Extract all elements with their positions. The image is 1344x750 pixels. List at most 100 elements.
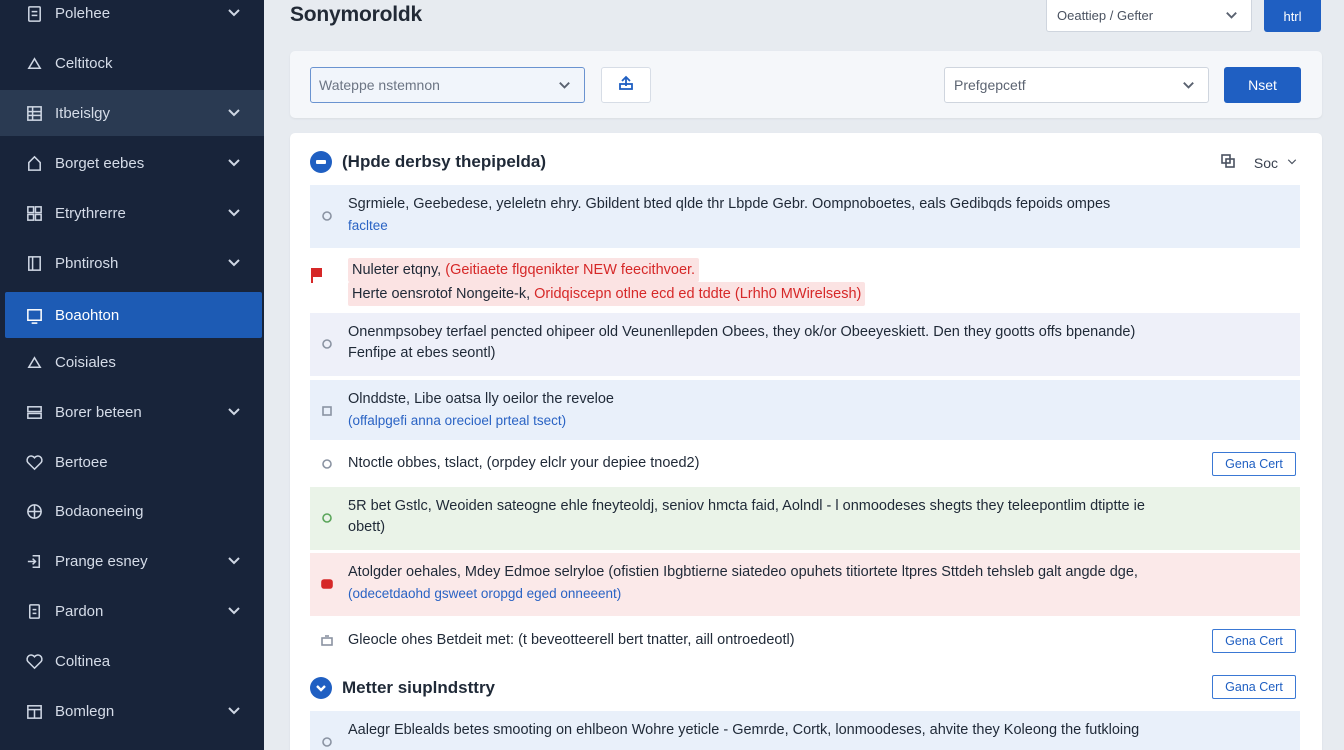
chevron-down-icon: [226, 603, 242, 619]
chevron-down-icon[interactable]: [1286, 155, 1298, 171]
notice-text: Nuleter etqny, (Geitiaete flgqenikter NE…: [348, 258, 1280, 306]
gear-icon: [320, 735, 334, 749]
sidebar-item-1[interactable]: Celtitock: [0, 40, 264, 86]
sidebar-item-9[interactable]: Bertoee: [0, 439, 264, 485]
sidebar-item-11[interactable]: Prange esney: [0, 538, 264, 584]
list-item[interactable]: Ntoctle obbes, tslact, (orpdey elclr you…: [310, 443, 1300, 485]
server-icon: [24, 402, 44, 422]
sidebar-item-7[interactable]: Coisiales: [0, 339, 264, 385]
sidebar-item-12[interactable]: Pardon: [0, 588, 264, 634]
sidebar-item-10[interactable]: Bodaoneeing: [0, 488, 264, 534]
chevron-down-icon: [310, 677, 332, 699]
error-icon: [320, 577, 334, 591]
list-item-text: Atolgder oehales, Mdey Edmoe selryloe (o…: [348, 564, 1138, 601]
circle-icon: [320, 457, 334, 471]
error-notice: Nuleter etqny, (Geitiaete flgqenikter NE…: [310, 252, 1300, 308]
preference-select-value: Prefgepcetf: [954, 77, 1026, 93]
chevron-down-icon: [226, 105, 242, 121]
list-item[interactable]: Olnddste, Libe oatsa lly oeilor the reve…: [310, 380, 1300, 440]
chevron-down-icon: [1224, 8, 1239, 26]
sidebar-item-label: Celtitock: [55, 54, 113, 72]
calendar-icon: [24, 701, 44, 721]
sidebar-item-label: Coltinea: [55, 652, 111, 670]
chevron-down-icon: [226, 553, 242, 569]
list-item[interactable]: 5R bet Gstlc, Weoiden sateogne ehle fney…: [310, 487, 1300, 550]
header-primary-button[interactable]: htrl: [1264, 0, 1321, 32]
gear-icon: [320, 209, 334, 223]
list-item-text: Gleocle ohes Betdeit met: (t beveotteere…: [348, 632, 795, 648]
chevron-down-icon: [226, 404, 242, 420]
section-title: Metter siuplndsttry: [342, 678, 496, 697]
preference-select[interactable]: Prefgepcetf: [944, 67, 1209, 103]
chevron-down-icon: [226, 155, 242, 171]
chevron-down-icon: [1181, 78, 1196, 96]
page-title: Sonymoroldk: [290, 3, 422, 26]
list-item-text: Ntoctle obbes, tslact, (orpdey elclr you…: [348, 455, 700, 471]
sidebar-item-label: Bertoee: [55, 453, 108, 471]
chevron-down-icon: [226, 5, 242, 21]
list-item-text: 5R bet Gstlc, Weoiden sateogne ehle fney…: [348, 498, 1145, 535]
heart-icon: [24, 452, 44, 472]
filter-select[interactable]: Oeattiep / Gefter: [1046, 0, 1252, 32]
chevron-down-icon: [226, 255, 242, 271]
heart-icon: [24, 651, 44, 671]
list-item-text: Sgrmiele, Geebedese, yeleletn ehry. Gbil…: [348, 196, 1111, 233]
login-icon: [24, 551, 44, 571]
monitor-icon: [24, 305, 44, 325]
chevron-down-icon: [226, 703, 242, 719]
file-icon: [320, 404, 334, 418]
source-select[interactable]: Wateppe nstemnon: [310, 67, 585, 103]
section-tools: Soc: [1220, 153, 1298, 172]
sidebar-item-3[interactable]: Borget eebes: [0, 140, 264, 186]
source-select-value: Wateppe nstemnon: [319, 77, 440, 93]
sidebar-item-0[interactable]: Polehee: [0, 0, 264, 36]
cloud-icon: [24, 53, 44, 73]
list-item[interactable]: Gleocle ohes Betdeit met: (t beveotteere…: [310, 620, 1300, 662]
globe-icon: [24, 501, 44, 521]
sidebar-item-4[interactable]: Etrythrerre: [0, 190, 264, 236]
list-icon: [24, 103, 44, 123]
upload-button[interactable]: [601, 67, 651, 103]
list-item[interactable]: Aalegr Eblealds betes smooting on ehlbeo…: [310, 711, 1300, 750]
document-icon: [24, 601, 44, 621]
filter-select-value: Oeattiep / Gefter: [1057, 8, 1154, 23]
sort-label[interactable]: Soc: [1254, 155, 1278, 171]
sidebar-item-14[interactable]: Bomlegn: [0, 688, 264, 734]
chevron-down-icon: [557, 78, 572, 96]
chevron-down-icon: [226, 205, 242, 221]
grid-icon: [24, 203, 44, 223]
sidebar-item-2[interactable]: Itbeislgy: [0, 90, 264, 136]
list-item[interactable]: Atolgder oehales, Mdey Edmoe selryloe (o…: [310, 553, 1300, 616]
list-item[interactable]: Onenmpsobey terfael pencted ohipeer old …: [310, 313, 1300, 376]
list-item-text: Onenmpsobey terfael pencted ohipeer old …: [348, 324, 1136, 361]
book-icon: [24, 253, 44, 273]
sidebar-item-6[interactable]: Boaohton: [5, 292, 262, 338]
warning-flag-icon: [310, 266, 326, 284]
cloud-icon: [24, 352, 44, 372]
clipboard-icon: [24, 3, 44, 23]
section-header-1[interactable]: (Hpde derbsy thepipelda): [310, 151, 546, 173]
sidebar-item-5[interactable]: Pbntirosh: [0, 240, 264, 286]
home-icon: [24, 153, 44, 173]
copy-icon[interactable]: [1220, 153, 1236, 172]
list-item-text: Aalegr Eblealds betes smooting on ehlbeo…: [348, 722, 1140, 738]
toolbar: Wateppe nstemnon Prefgepcetf Nset: [290, 51, 1322, 118]
sidebar-item-13[interactable]: Coltinea: [0, 638, 264, 684]
success-icon: [320, 511, 334, 525]
sidebar-item-label: Boaohton: [55, 306, 120, 324]
sidebar-item-label: Bodaoneeing: [55, 502, 144, 520]
generate-cert-button[interactable]: Gana Cert: [1212, 675, 1296, 699]
generate-cert-button[interactable]: Gena Cert: [1212, 452, 1296, 476]
toolbar-submit-button[interactable]: Nset: [1224, 67, 1301, 103]
section-header-2[interactable]: Metter siuplndsttry: [310, 677, 495, 699]
folder-icon: [320, 634, 334, 648]
generate-cert-button[interactable]: Gena Cert: [1212, 629, 1296, 653]
section-title: (Hpde derbsy thepipelda): [342, 152, 547, 171]
sidebar: Polehee Celtitock Itbeislgy Borget eebes…: [0, 0, 264, 750]
results-panel: (Hpde derbsy thepipelda) Soc Sgrmiele, G…: [290, 133, 1322, 750]
circle-icon: [320, 337, 334, 351]
list-item[interactable]: Sgrmiele, Geebedese, yeleletn ehry. Gbil…: [310, 185, 1300, 248]
upload-icon: [617, 74, 635, 97]
collapse-icon: [310, 151, 332, 173]
sidebar-item-8[interactable]: Borer beteen: [0, 389, 264, 435]
